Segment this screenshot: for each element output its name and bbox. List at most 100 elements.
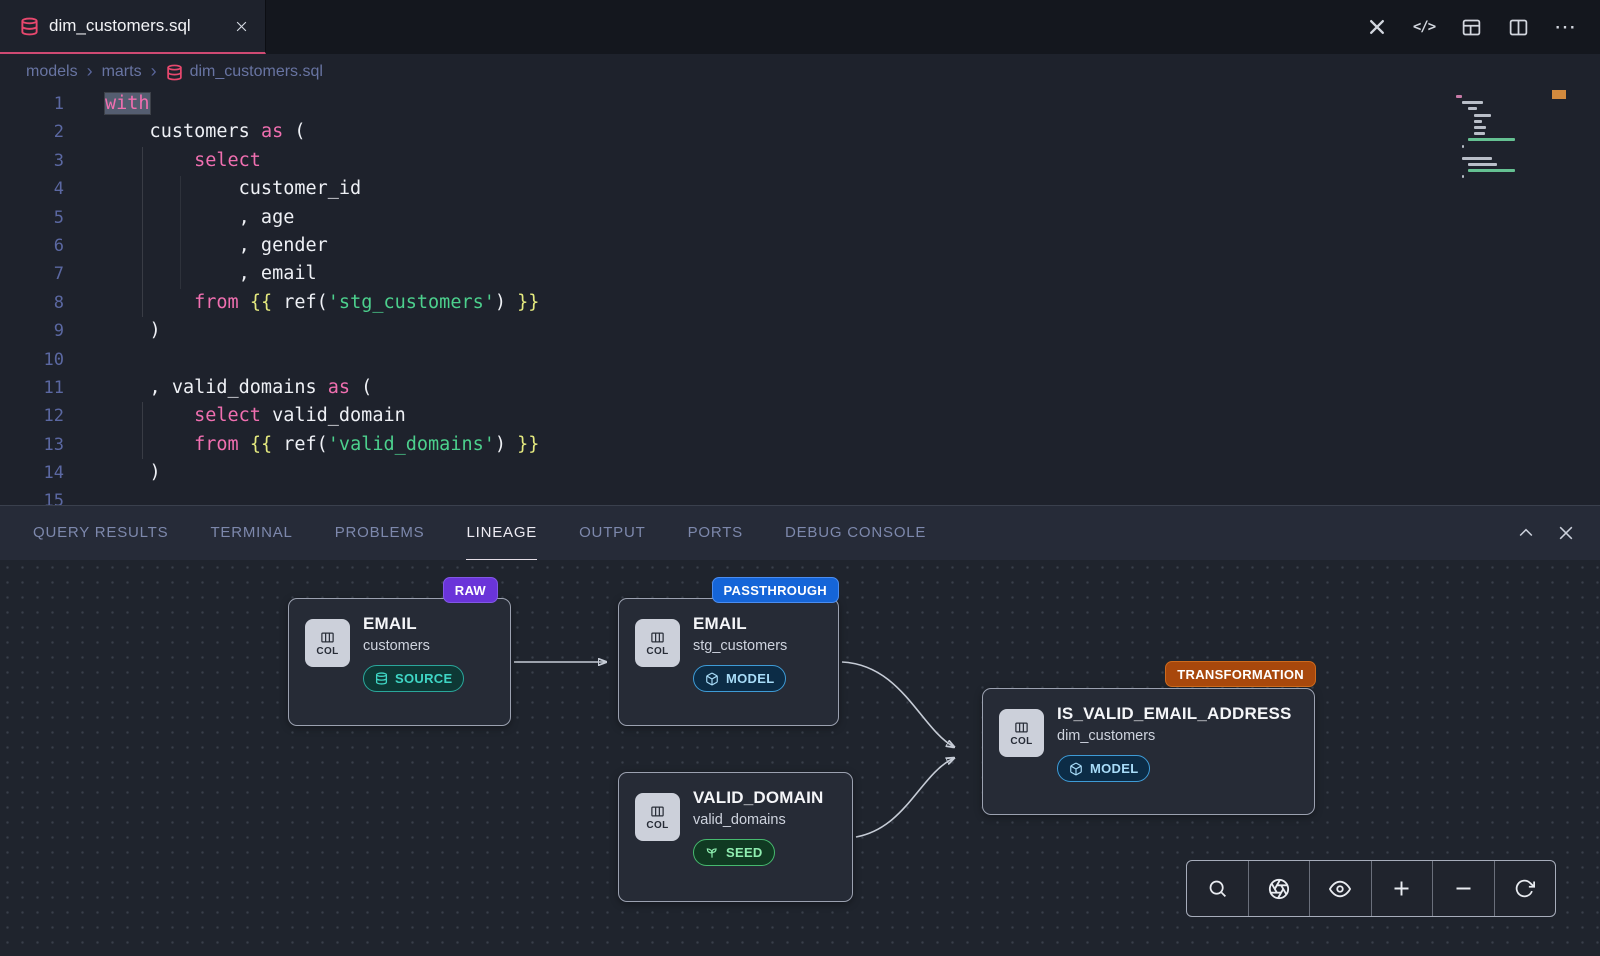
node-title: IS_VALID_EMAIL_ADDRESS (1057, 704, 1292, 724)
minimap-line (1462, 157, 1492, 160)
tab-close-icon[interactable] (234, 19, 249, 34)
node-title: EMAIL (693, 614, 787, 634)
node-subtitle: stg_customers (693, 638, 787, 654)
panel-tab-ports[interactable]: PORTS (688, 506, 743, 560)
line-number: 1 (0, 90, 64, 118)
code-line[interactable]: 5 , age (0, 204, 1600, 232)
line-number: 7 (0, 260, 64, 288)
cube-icon (1069, 762, 1083, 776)
close-panel-icon[interactable] (1556, 523, 1576, 543)
panel-tab-problems[interactable]: PROBLEMS (335, 506, 425, 560)
refresh-icon (1514, 878, 1535, 899)
column-chip-label: COL (646, 820, 668, 831)
code-editor[interactable]: 1with2 customers as (3 select4 customer_… (0, 90, 1600, 505)
editor-tab-bar: dim_customers.sql </> ⋯ (0, 0, 1600, 54)
line-number: 12 (0, 402, 64, 430)
lineage-node-dim-customers[interactable]: TRANSFORMATION COL IS_VALID_EMAIL_ADDRES… (982, 688, 1315, 815)
code-line[interactable]: 13 from {{ ref('valid_domains') }} (0, 431, 1600, 459)
code-preview-icon[interactable]: </> (1413, 16, 1435, 38)
code-line[interactable]: 15 (0, 487, 1600, 505)
line-number: 11 (0, 374, 64, 402)
tab-dim-customers-sql[interactable]: dim_customers.sql (0, 0, 266, 54)
panel-tab-lineage[interactable]: LINEAGE (466, 506, 537, 560)
code-line[interactable]: 6 , gender (0, 232, 1600, 260)
seedling-icon (705, 846, 719, 860)
tab-title: dim_customers.sql (49, 16, 191, 36)
vscode-window: dim_customers.sql </> ⋯ models › marts › (0, 0, 1600, 956)
lineage-panel[interactable]: RAW COL EMAIL customers SOURCE PASSTHROU (0, 560, 1600, 956)
indent-guide (180, 176, 181, 289)
code-line[interactable]: 12 select valid_domain (0, 402, 1600, 430)
eye-icon (1329, 878, 1351, 900)
code-line[interactable]: 4 customer_id (0, 175, 1600, 203)
breadcrumb-models[interactable]: models (26, 63, 78, 81)
breadcrumb-marts[interactable]: marts (102, 63, 142, 81)
column-chip: COL (305, 619, 350, 667)
code-line[interactable]: 2 customers as ( (0, 118, 1600, 146)
column-chip-label: COL (316, 646, 338, 657)
visibility-button[interactable] (1309, 861, 1371, 916)
database-icon (20, 17, 39, 36)
editor-actions: </> ⋯ (1366, 0, 1600, 54)
extension-icon[interactable] (1366, 16, 1388, 38)
shutter-button[interactable] (1248, 861, 1310, 916)
model-badge: MODEL (1057, 755, 1150, 782)
lineage-node-valid-domains[interactable]: COL VALID_DOMAIN valid_domains SEED (618, 772, 853, 902)
zoom-in-icon (1391, 878, 1412, 899)
zoom-in-button[interactable] (1371, 861, 1433, 916)
panel-tab-query-results[interactable]: QUERY RESULTS (33, 506, 168, 560)
node-subtitle: valid_domains (693, 812, 824, 828)
code-line[interactable]: 1with (0, 90, 1600, 118)
line-number: 14 (0, 459, 64, 487)
code-line[interactable]: 14 ) (0, 459, 1600, 487)
cube-icon (705, 672, 719, 686)
code-line[interactable]: 9 ) (0, 317, 1600, 345)
breadcrumb: models › marts › dim_customers.sql (0, 54, 1600, 90)
breadcrumb-separator: › (87, 61, 93, 82)
line-number: 5 (0, 204, 64, 232)
code-line[interactable]: 10 (0, 346, 1600, 374)
column-chip: COL (999, 709, 1044, 757)
column-chip-label: COL (646, 646, 668, 657)
code-line[interactable]: 3 select (0, 147, 1600, 175)
code-line[interactable]: 7 , email (0, 260, 1600, 288)
code-line[interactable]: 11 , valid_domains as ( (0, 374, 1600, 402)
minimap-line (1468, 107, 1477, 110)
zoom-out-button[interactable] (1432, 861, 1494, 916)
passthrough-tag: PASSTHROUGH (712, 577, 839, 603)
minimap-line (1462, 145, 1464, 148)
breadcrumb-file[interactable]: dim_customers.sql (190, 63, 323, 81)
refresh-button[interactable] (1494, 861, 1556, 916)
raw-tag: RAW (443, 577, 498, 603)
lineage-node-customers[interactable]: RAW COL EMAIL customers SOURCE (288, 598, 511, 726)
seed-badge: SEED (693, 839, 775, 866)
breadcrumb-separator: › (151, 61, 157, 82)
table-preview-icon[interactable] (1460, 16, 1482, 38)
line-number: 4 (0, 175, 64, 203)
node-title: VALID_DOMAIN (693, 788, 824, 808)
database-icon (166, 64, 183, 81)
node-subtitle: dim_customers (1057, 728, 1292, 744)
minimap-line (1474, 120, 1482, 123)
search-button[interactable] (1187, 861, 1248, 916)
minimap-line (1468, 163, 1497, 166)
panel-tab-output[interactable]: OUTPUT (579, 506, 645, 560)
transformation-tag: TRANSFORMATION (1165, 661, 1316, 687)
lineage-node-stg-customers[interactable]: PASSTHROUGH COL EMAIL stg_customers MODE… (618, 598, 839, 726)
panel-tab-terminal[interactable]: TERMINAL (210, 506, 292, 560)
line-number: 9 (0, 317, 64, 345)
code-line[interactable]: 8 from {{ ref('stg_customers') }} (0, 289, 1600, 317)
panel-tab-debug-console[interactable]: DEBUG CONSOLE (785, 506, 926, 560)
panel-actions (1516, 523, 1600, 543)
minimap[interactable] (1456, 95, 1556, 188)
more-actions-icon[interactable]: ⋯ (1554, 16, 1576, 38)
database-icon (375, 672, 388, 685)
chevron-up-icon[interactable] (1516, 523, 1536, 543)
code-area[interactable]: 1with2 customers as (3 select4 customer_… (0, 90, 1600, 505)
shutter-icon (1268, 878, 1290, 900)
zoom-out-icon (1453, 878, 1474, 899)
split-editor-icon[interactable] (1507, 16, 1529, 38)
indent-guide (142, 147, 143, 317)
overview-ruler-marker (1552, 90, 1566, 99)
panel-tab-bar: QUERY RESULTS TERMINAL PROBLEMS LINEAGE OUTP… (0, 505, 1600, 560)
